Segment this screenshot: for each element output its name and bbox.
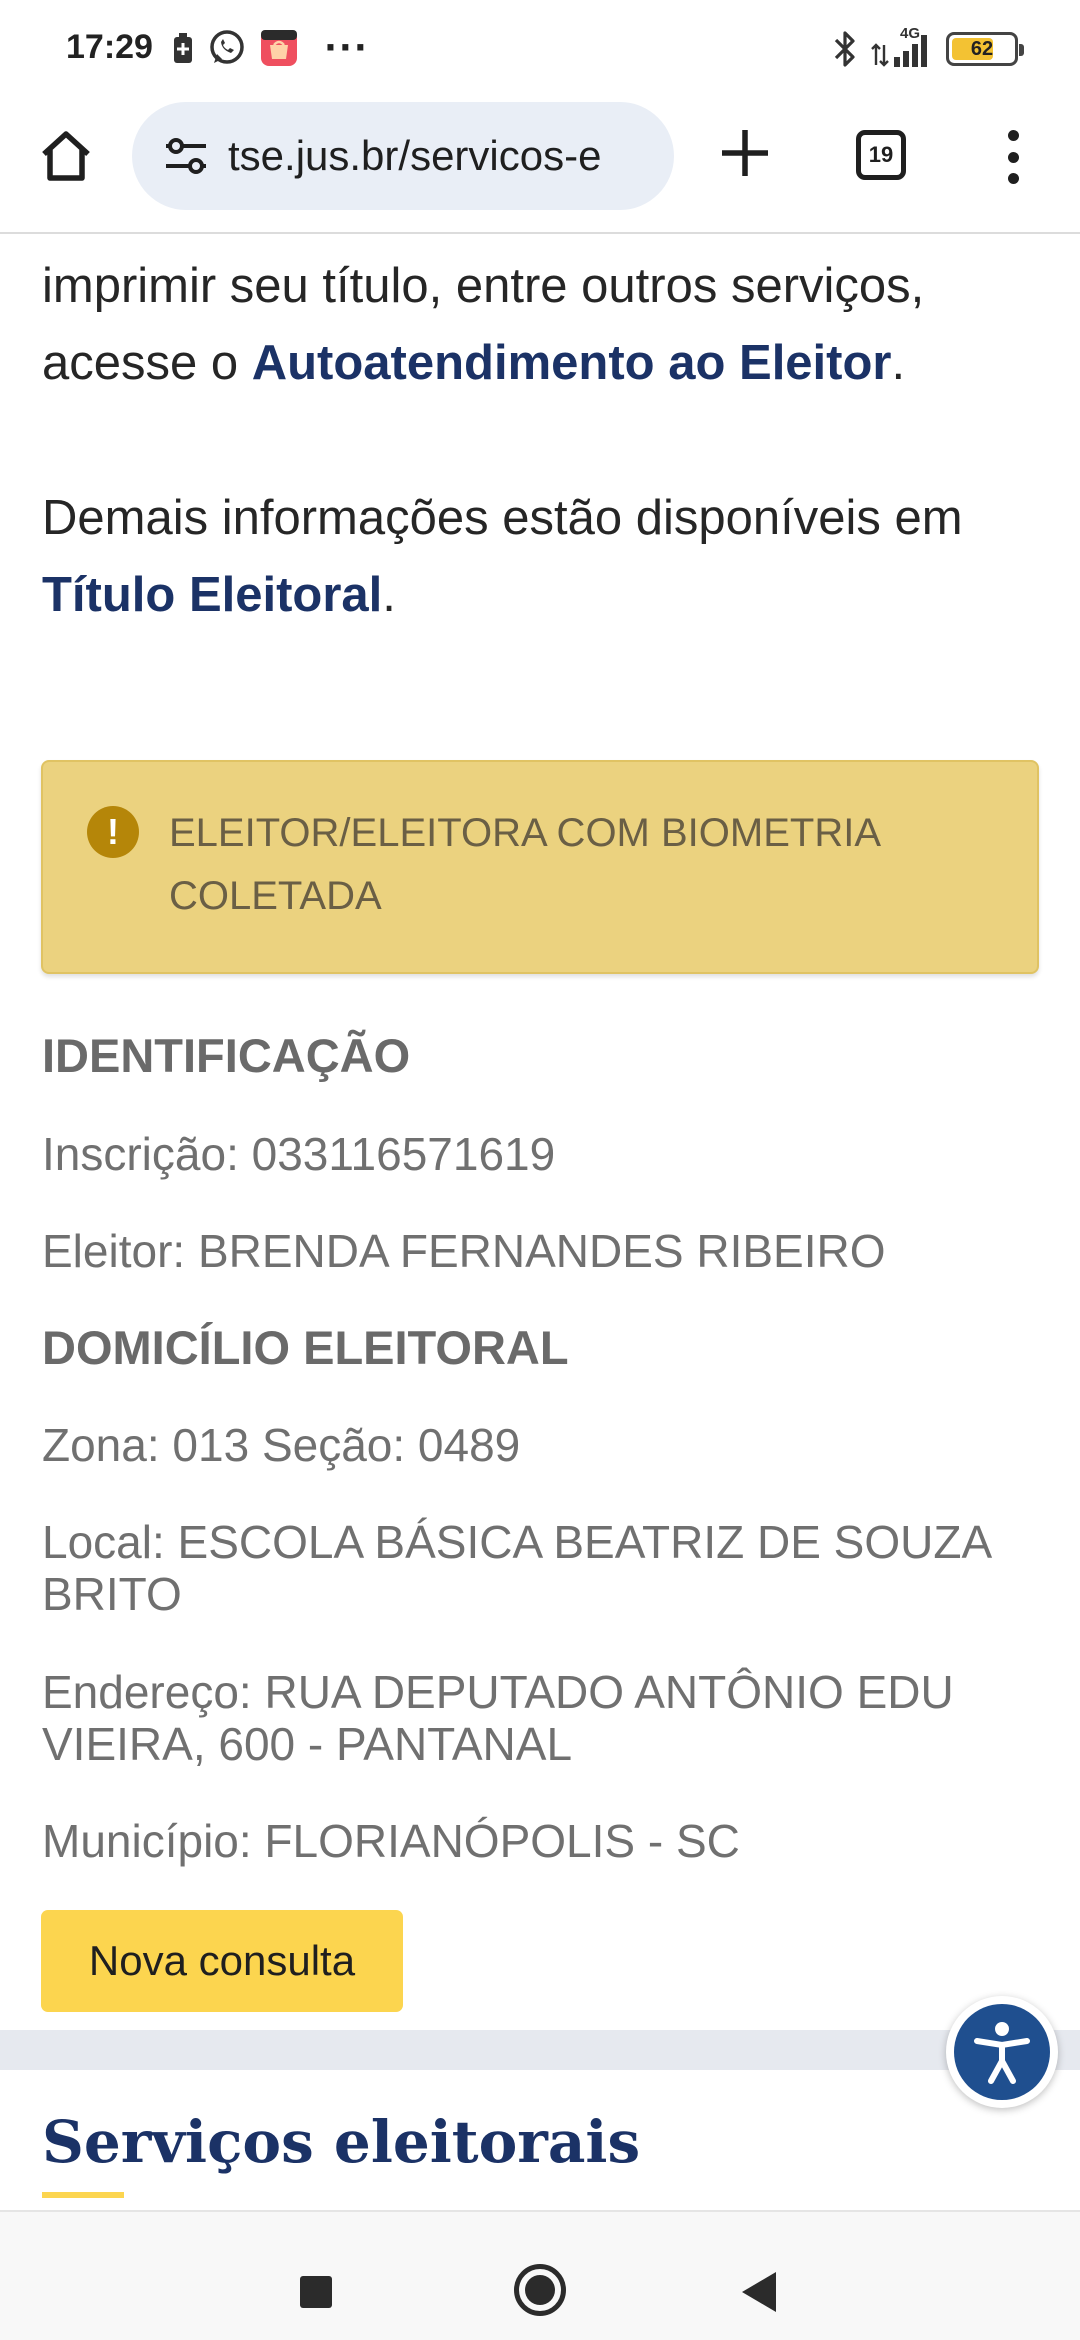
- accessibility-icon: [974, 2022, 1030, 2084]
- autoatendimento-link[interactable]: Autoatendimento ao Eleitor: [252, 336, 892, 390]
- endereco-value-line1: Endereço: RUA DEPUTADO ANTÔNIO EDU: [42, 1666, 954, 1718]
- more-notifications-icon: ···: [324, 28, 369, 68]
- home-nav-button[interactable]: [514, 2264, 566, 2316]
- domicilio-heading: DOMICÍLIO ELEITORAL: [42, 1321, 569, 1374]
- accessibility-button[interactable]: [946, 1996, 1058, 2108]
- shopping-app-icon: [261, 30, 297, 66]
- endereco-value-line2: VIEIRA, 600 - PANTANAL: [42, 1718, 573, 1770]
- paragraph-punctuation: .: [891, 336, 906, 390]
- notification-icons: ···: [172, 28, 369, 68]
- address-bar[interactable]: tse.jus.br/servicos-e: [132, 102, 674, 210]
- page-content: imprimir seu título, entre outros serviç…: [0, 234, 1080, 2030]
- battery-saver-icon: [174, 33, 192, 63]
- more-menu-icon[interactable]: [1000, 130, 1026, 184]
- paragraph-autoatendimento: imprimir seu título, entre outros serviç…: [42, 248, 1042, 402]
- title-underline: [42, 2192, 124, 2198]
- services-title: Serviços eleitorais: [42, 2108, 641, 2176]
- tab-count: 19: [868, 142, 894, 167]
- identificacao-heading: IDENTIFICAÇÃO: [42, 1029, 411, 1082]
- section-divider: [0, 2030, 1080, 2070]
- system-nav-bar: [0, 2210, 1080, 2340]
- site-settings-icon[interactable]: [162, 132, 210, 180]
- battery-level: 62: [970, 37, 994, 60]
- alert-text: ELEITOR/ELEITORA COM BIOMETRIA COLETADA: [169, 811, 879, 918]
- paragraph-text: Demais informações estão disponíveis em: [42, 491, 963, 545]
- paragraph-punctuation: .: [382, 568, 396, 622]
- url-text: tse.jus.br/servicos-e: [228, 132, 602, 179]
- status-bar: 17:29 ··· 4G 62: [0, 0, 1080, 96]
- home-button[interactable]: [36, 126, 96, 186]
- clock: 17:29: [66, 28, 153, 66]
- bluetooth-icon: [834, 31, 855, 67]
- battery-icon: 62: [946, 32, 1024, 66]
- new-tab-plus-icon[interactable]: [712, 120, 778, 186]
- system-icons: 4G 62: [832, 25, 1024, 70]
- titulo-eleitoral-link[interactable]: Título Eleitoral: [42, 568, 382, 622]
- recents-button[interactable]: [300, 2276, 332, 2308]
- zona-secao-value: Zona: 013 Seção: 0489: [42, 1419, 521, 1471]
- eleitor-value: Eleitor: BRENDA FERNANDES RIBEIRO: [42, 1225, 886, 1277]
- nova-consulta-button[interactable]: Nova consulta: [41, 1910, 403, 2012]
- biometria-alert: ! ELEITOR/ELEITORA COM BIOMETRIA COLETAD…: [41, 760, 1039, 974]
- whatsapp-icon: [210, 30, 244, 64]
- municipio-value: Município: FLORIANÓPOLIS - SC: [42, 1815, 740, 1867]
- home-icon: [42, 131, 90, 181]
- local-value-line1: Local: ESCOLA BÁSICA BEATRIZ DE SOUZA: [42, 1516, 993, 1568]
- back-button[interactable]: [742, 2272, 776, 2312]
- inscricao-value: Inscrição: 033116571619: [42, 1128, 556, 1180]
- paragraph-titulo: Demais informações estão disponíveis em …: [42, 480, 1042, 634]
- signal-icon: 4G: [870, 25, 934, 69]
- tabs-icon[interactable]: 19: [856, 130, 906, 180]
- browser-toolbar: tse.jus.br/servicos-e 19: [0, 96, 1080, 234]
- warning-icon: !: [87, 806, 139, 858]
- local-value-line2: BRITO: [42, 1568, 182, 1620]
